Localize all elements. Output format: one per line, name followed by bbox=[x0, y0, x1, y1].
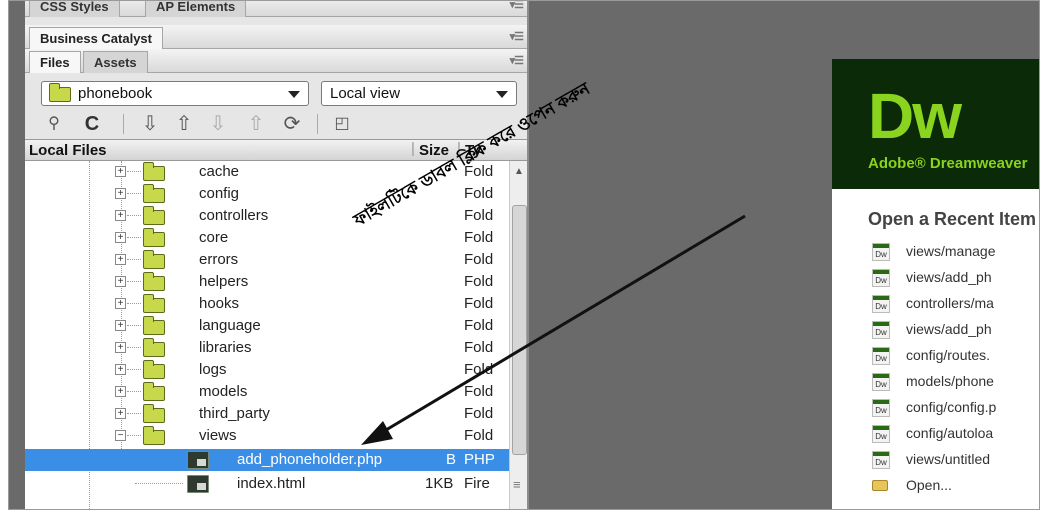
dreamweaver-window: CSS Styles AP Elements ▾☰ Business Catal… bbox=[8, 0, 1040, 510]
annotation-arrow bbox=[361, 214, 746, 445]
screenshot-frame: CSS Styles AP Elements ▾☰ Business Catal… bbox=[0, 0, 1050, 519]
